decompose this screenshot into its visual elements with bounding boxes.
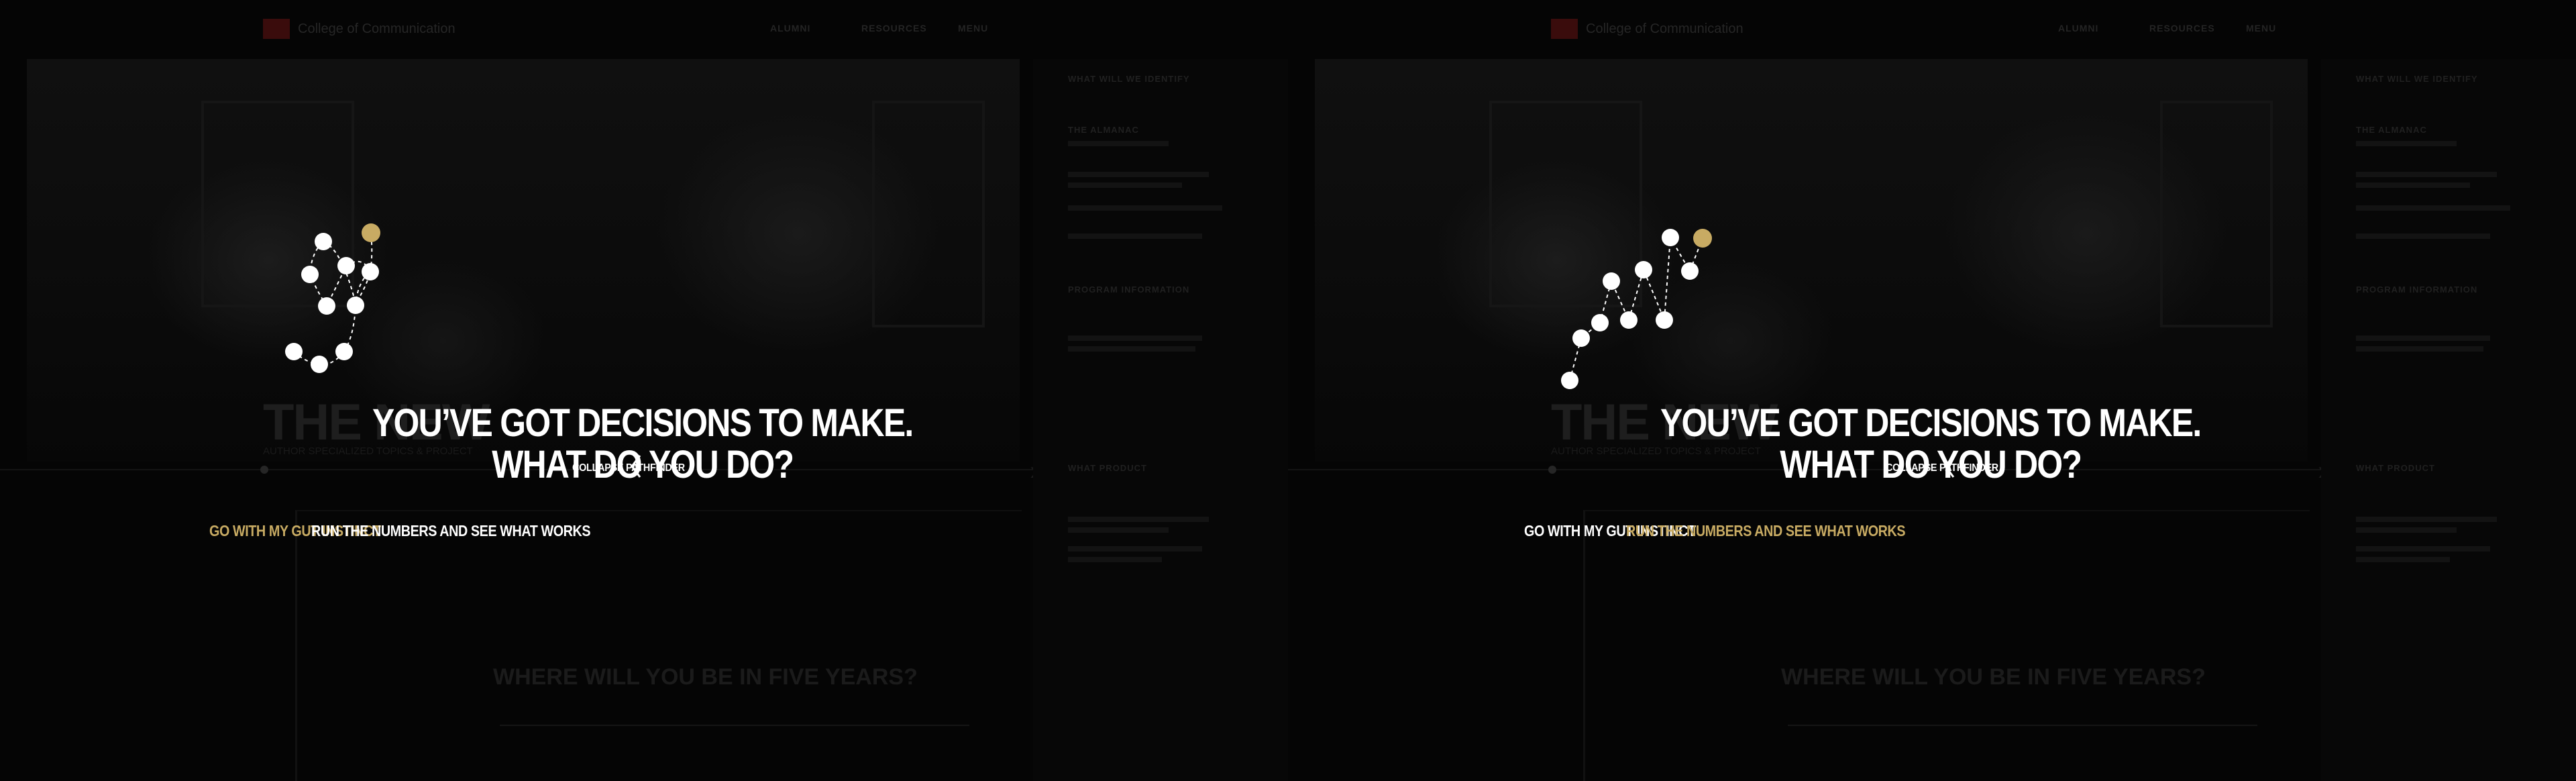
path-connectors	[1569, 235, 1703, 381]
path-node	[1591, 314, 1609, 331]
zigzag-path-diagram	[1561, 229, 1712, 389]
chevron-left-icon[interactable]	[629, 453, 643, 480]
path-node	[1620, 311, 1638, 329]
pathfinder-overlay: YOU’VE GOT DECISIONS TO MAKE. WHAT DO YO…	[0, 0, 1288, 781]
choice-run-numbers-button[interactable]: RUN THE NUMBERS AND SEE WHAT WORKS	[311, 522, 591, 540]
path-node	[1681, 262, 1699, 280]
path-nodes	[285, 233, 379, 373]
path-node	[301, 266, 319, 283]
path-nodes	[1561, 229, 1699, 389]
path-node	[1662, 229, 1679, 246]
path-node	[1656, 311, 1673, 329]
chevron-left-icon[interactable]	[1942, 453, 1957, 480]
path-node	[362, 263, 379, 280]
path-node	[335, 343, 353, 360]
headline-line1: YOU’VE GOT DECISIONS TO MAKE.	[1660, 401, 2202, 445]
path-node	[315, 233, 332, 250]
winding-path-diagram	[285, 223, 380, 373]
path-node	[1572, 329, 1590, 347]
goal-node	[1693, 229, 1712, 248]
path-node	[311, 356, 328, 373]
pathfinder-panel-numbers: College of Communication ALUMNI RESOURCE…	[1288, 0, 2576, 781]
path-node	[1635, 261, 1652, 278]
path-node	[1603, 272, 1620, 290]
path-node	[1561, 372, 1578, 389]
choice-run-numbers-button[interactable]: RUN THE NUMBERS AND SEE WHAT WORKS	[1626, 522, 1906, 540]
path-node	[318, 297, 335, 315]
pathfinder-panel-gut: College of Communication ALUMNI RESOURCE…	[0, 0, 1288, 781]
path-node	[337, 257, 355, 274]
headline-line1: YOU’VE GOT DECISIONS TO MAKE.	[372, 401, 914, 445]
goal-node	[362, 223, 380, 242]
pathfinder-overlay: YOU’VE GOT DECISIONS TO MAKE. WHAT DO YO…	[1288, 0, 2576, 781]
path-node	[285, 343, 303, 360]
path-node	[347, 297, 364, 314]
